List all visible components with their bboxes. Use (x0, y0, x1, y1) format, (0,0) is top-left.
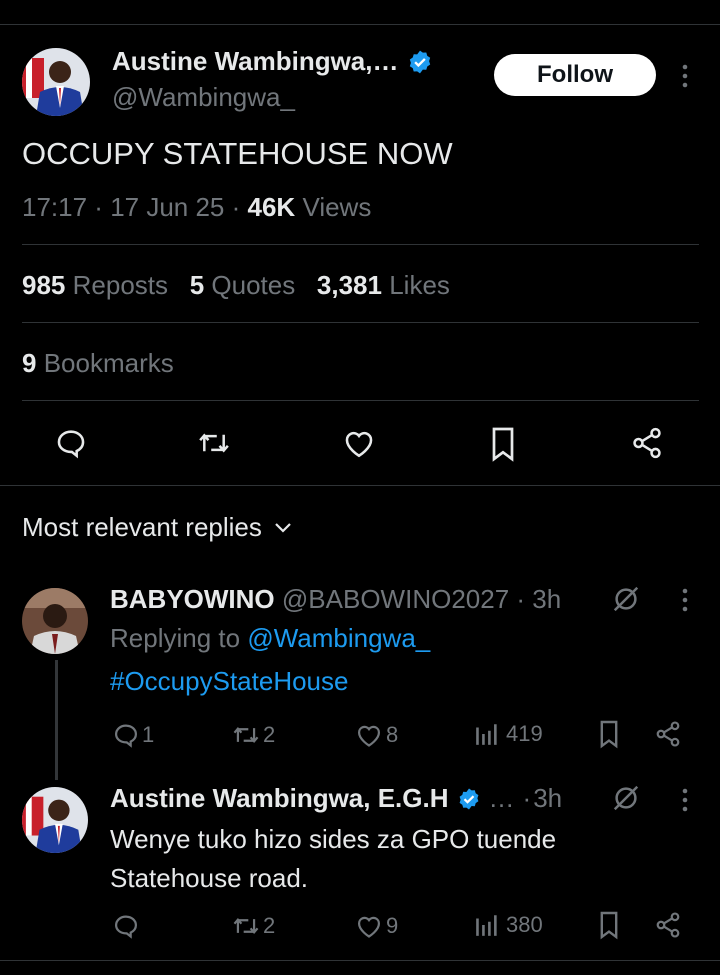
reply-header: BABYOWINO @BABOWINO2027 · 3h (110, 584, 562, 614)
share-icon[interactable] (654, 719, 682, 749)
reply-like-count: 8 (386, 722, 399, 747)
follow-button[interactable]: Follow (494, 54, 656, 96)
reply-time[interactable]: 3h (532, 584, 561, 614)
views-label: Views (302, 192, 372, 222)
thread-line (55, 660, 58, 780)
more-options-icon[interactable] (679, 64, 691, 88)
reply-handle-truncated: … (488, 783, 515, 813)
reply-repost-button[interactable]: 2 (231, 721, 275, 749)
replying-prefix: Replying to (110, 623, 241, 653)
reply-views-count: 419 (506, 721, 543, 746)
reply-like-count: 9 (386, 913, 399, 938)
replies-sort-dropdown[interactable]: Most relevant replies (22, 512, 292, 543)
reply-icon[interactable] (112, 912, 140, 940)
like-icon (355, 722, 383, 748)
views-icon (474, 721, 500, 747)
views-icon (474, 912, 500, 938)
likes-stat[interactable]: 3,381 Likes (317, 270, 450, 300)
replies-header: Most relevant replies (22, 512, 262, 542)
share-icon[interactable] (654, 910, 682, 940)
reply-repost-count: 2 (263, 913, 276, 938)
more-options-icon[interactable] (679, 588, 691, 612)
reposts-label: Reposts (72, 270, 169, 300)
reply-header: Austine Wambingwa, E.G.H … · 3h (110, 783, 563, 814)
top-divider (0, 24, 720, 25)
chevron-down-icon (274, 522, 292, 534)
replying-to: Replying to @Wambingwa_ (110, 623, 430, 654)
verified-badge-icon (407, 49, 433, 75)
reply-repost-count: 2 (263, 722, 276, 747)
reply-author-handle[interactable]: @BABOWINO2027 (282, 584, 509, 614)
reply-like-button[interactable]: 9 (355, 913, 398, 939)
divider (0, 485, 720, 486)
reply-comment-count: 1 (142, 722, 155, 747)
reply-text-line: Wenye tuko hizo sides za GPO tuende (110, 824, 557, 854)
quotes-stat[interactable]: 5 Quotes (190, 270, 296, 300)
author-avatar[interactable] (22, 48, 90, 116)
divider (22, 322, 699, 323)
author-name[interactable]: Austine Wambingwa,… (112, 46, 399, 77)
bookmarks-label: Bookmarks (43, 348, 174, 378)
reply-author-name[interactable]: Austine Wambingwa, E.G.H (110, 783, 449, 814)
reply-views-count: 380 (506, 912, 543, 937)
views-count: 46K (247, 192, 296, 222)
bookmarks-stat: 9 Bookmarks (22, 348, 174, 379)
reply-text: Wenye tuko hizo sides za GPO tuende Stat… (110, 820, 556, 898)
reply-icon (112, 721, 140, 749)
verified-badge-icon (457, 787, 481, 811)
reply-views-button[interactable]: 419 (474, 721, 543, 747)
grok-icon[interactable] (611, 783, 641, 813)
likes-count: 3,381 (316, 270, 382, 300)
tweet-meta: 17:17 · 17 Jun 25 · 46K Views (22, 192, 372, 222)
share-icon[interactable] (630, 425, 664, 461)
bookmarks-count: 9 (22, 348, 37, 378)
bookmark-icon[interactable] (488, 426, 518, 462)
divider (22, 400, 699, 401)
like-icon (355, 913, 383, 939)
quotes-label: Quotes (211, 270, 296, 300)
repost-icon (231, 721, 261, 749)
grok-icon[interactable] (611, 584, 641, 614)
reply-avatar[interactable] (22, 787, 88, 853)
reply-time[interactable]: 3h (533, 783, 562, 814)
quotes-count: 5 (189, 270, 205, 300)
replying-handle-link[interactable]: @Wambingwa_ (247, 623, 430, 653)
author-handle[interactable]: @Wambingwa_ (112, 82, 295, 113)
divider (0, 960, 720, 961)
reply-icon[interactable] (54, 426, 88, 460)
repost-icon (231, 912, 261, 940)
reply-like-button[interactable]: 8 (355, 722, 398, 748)
reposts-stat[interactable]: 985 Reposts (22, 270, 168, 300)
reply-repost-button[interactable]: 2 (231, 912, 275, 940)
bookmark-icon[interactable] (597, 910, 621, 940)
divider (22, 244, 699, 245)
reply-hashtag-link[interactable]: #OccupyStateHouse (110, 666, 348, 697)
reposts-count: 985 (22, 270, 66, 300)
reply-author-name[interactable]: BABYOWINO (110, 584, 275, 614)
reply-views-button[interactable]: 380 (474, 912, 543, 938)
reply-text-line: Statehouse road. (110, 863, 309, 893)
more-options-icon[interactable] (679, 788, 691, 812)
bookmark-icon[interactable] (597, 719, 621, 749)
likes-label: Likes (389, 270, 450, 300)
engagement-stats: 985 Reposts 5 Quotes 3,381 Likes (22, 270, 450, 301)
reply-avatar[interactable] (22, 588, 88, 654)
reply-comment-button[interactable]: 1 (112, 721, 154, 749)
like-icon[interactable] (342, 427, 376, 459)
tweet-text: OCCUPY STATEHOUSE NOW (22, 136, 453, 171)
repost-icon[interactable] (196, 426, 232, 460)
tweet-date: 17 Jun 25 (110, 192, 225, 222)
tweet-time: 17:17 (22, 192, 88, 222)
